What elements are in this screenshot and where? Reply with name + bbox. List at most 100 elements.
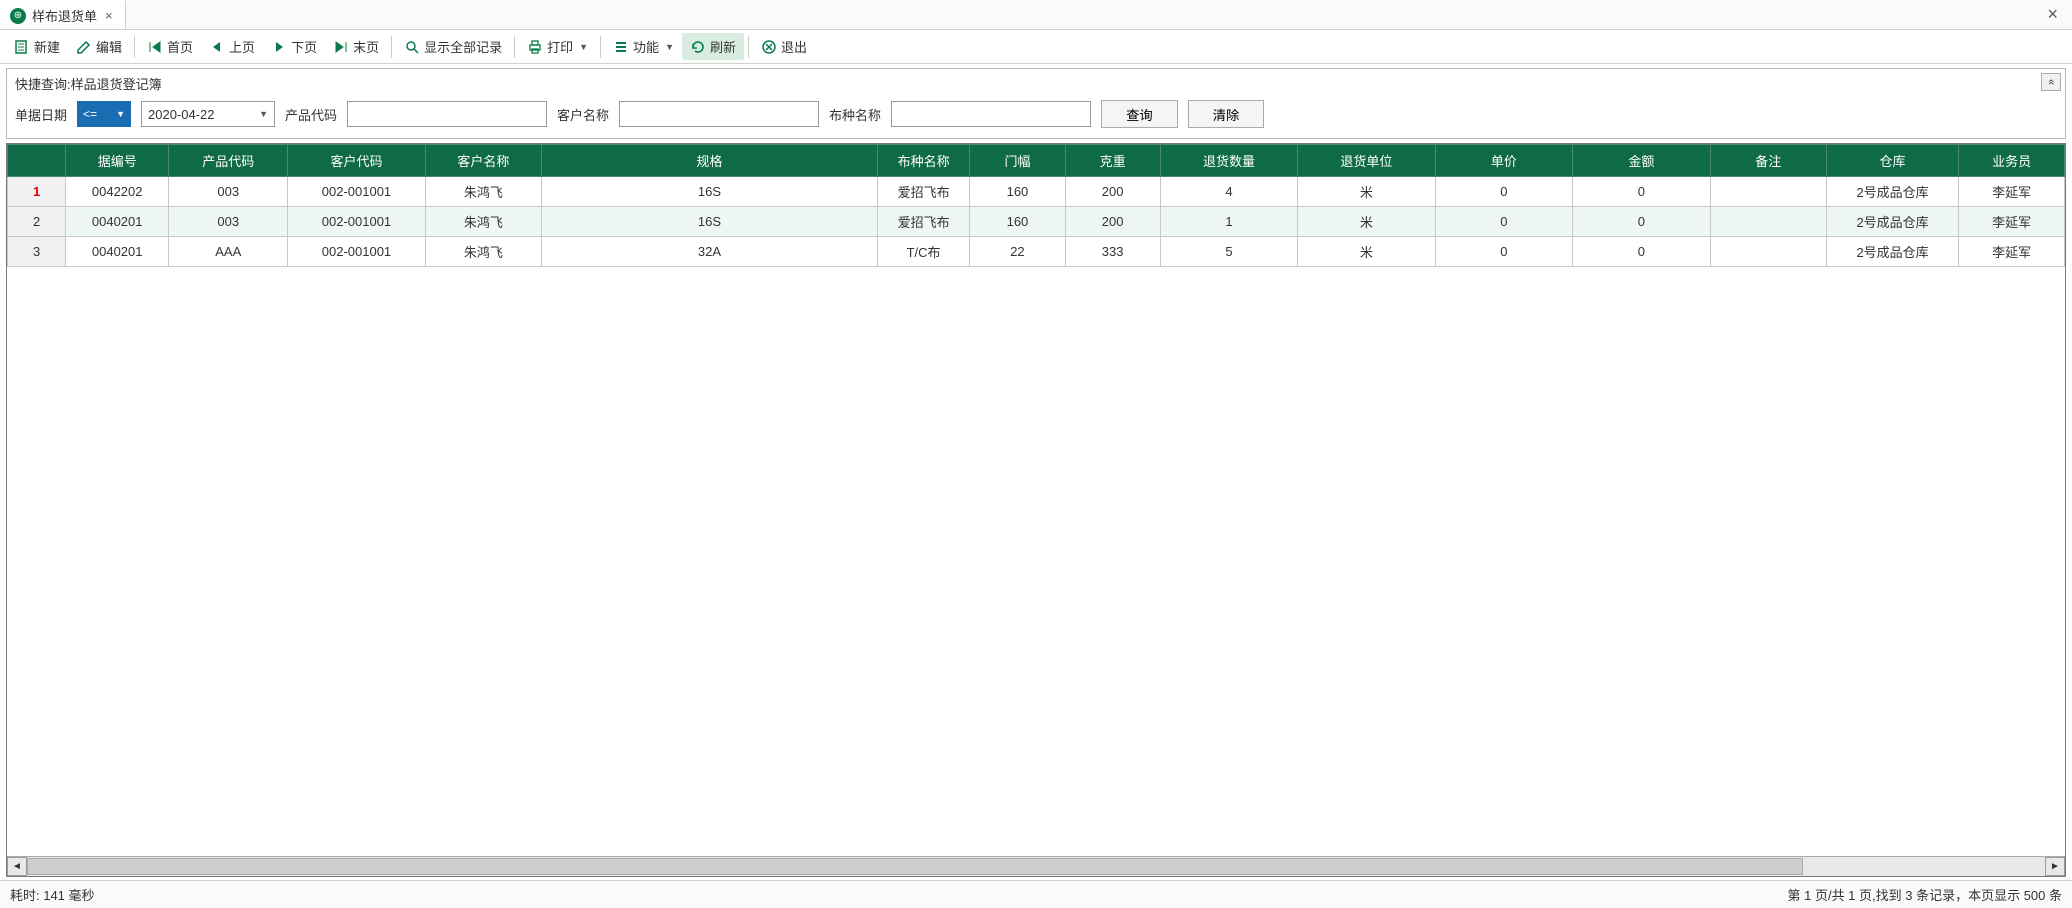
table-cell[interactable]: 16S <box>542 177 878 207</box>
table-cell[interactable] <box>1710 207 1826 237</box>
close-icon[interactable]: × <box>103 8 115 23</box>
table-header-cell[interactable]: 退货单位 <box>1298 145 1435 177</box>
table-cell[interactable]: 003 <box>169 207 288 237</box>
table-cell[interactable]: 160 <box>970 207 1065 237</box>
table-cell[interactable]: AAA <box>169 237 288 267</box>
rownum-cell[interactable]: 3 <box>8 237 66 267</box>
table-cell[interactable] <box>1710 237 1826 267</box>
search-button[interactable]: 查询 <box>1101 100 1178 128</box>
tab-document[interactable]: ⊕ 样布退货单 × <box>0 0 126 29</box>
table-cell[interactable]: 米 <box>1298 177 1435 207</box>
edit-label: 编辑 <box>96 37 122 56</box>
table-cell[interactable]: 米 <box>1298 237 1435 267</box>
table-cell[interactable] <box>1710 177 1826 207</box>
table-header-cell[interactable]: 退货数量 <box>1160 145 1297 177</box>
table-header-cell[interactable]: 客户名称 <box>425 145 541 177</box>
table-cell[interactable]: 002-001001 <box>288 177 425 207</box>
table-header-cell[interactable]: 备注 <box>1710 145 1826 177</box>
table-cell[interactable]: 200 <box>1065 177 1160 207</box>
table-cell[interactable]: 朱鸿飞 <box>425 177 541 207</box>
table-cell[interactable]: 0042202 <box>66 177 169 207</box>
scroll-left-icon[interactable]: ◄ <box>7 857 27 876</box>
table-header-cell[interactable]: 布种名称 <box>877 145 970 177</box>
table-cell[interactable]: 333 <box>1065 237 1160 267</box>
first-page-button[interactable]: 首页 <box>139 33 201 60</box>
table-row[interactable]: 10042202003002-001001朱鸿飞16S爱招飞布1602004米0… <box>8 177 2065 207</box>
table-cell[interactable]: 李延军 <box>1959 177 2065 207</box>
exit-button[interactable]: 退出 <box>753 33 815 60</box>
operator-select[interactable]: <= ▼ <box>77 101 131 127</box>
table-cell[interactable]: 32A <box>542 237 878 267</box>
table-cell[interactable]: 0 <box>1435 207 1572 237</box>
function-button[interactable]: 功能 ▼ <box>605 33 682 60</box>
table-cell[interactable]: 0040201 <box>66 237 169 267</box>
table-cell[interactable]: 爱招飞布 <box>877 177 970 207</box>
table-cell[interactable]: 200 <box>1065 207 1160 237</box>
table-header-rownum <box>8 145 66 177</box>
next-page-button[interactable]: 下页 <box>263 33 325 60</box>
rownum-cell[interactable]: 2 <box>8 207 66 237</box>
scroll-right-icon[interactable]: ► <box>2045 857 2065 876</box>
new-button[interactable]: 新建 <box>6 33 68 60</box>
table-header-cell[interactable]: 金额 <box>1573 145 1710 177</box>
scroll-thumb[interactable] <box>27 858 1803 875</box>
table-header-cell[interactable]: 单价 <box>1435 145 1572 177</box>
table-header-cell[interactable]: 客户代码 <box>288 145 425 177</box>
table-cell[interactable]: 爱招飞布 <box>877 207 970 237</box>
refresh-button[interactable]: 刷新 <box>682 33 744 60</box>
horizontal-scrollbar[interactable]: ◄ ► <box>7 856 2065 876</box>
table-cell[interactable]: 1 <box>1160 207 1297 237</box>
table-cell[interactable]: 5 <box>1160 237 1297 267</box>
edit-button[interactable]: 编辑 <box>68 33 130 60</box>
table-cell[interactable]: 0 <box>1573 237 1710 267</box>
table-cell[interactable]: 4 <box>1160 177 1297 207</box>
print-icon <box>527 39 543 55</box>
prev-icon <box>209 39 225 55</box>
prev-page-button[interactable]: 上页 <box>201 33 263 60</box>
table-cell[interactable]: 李延军 <box>1959 237 2065 267</box>
table-cell[interactable]: 2号成品仓库 <box>1826 177 1958 207</box>
table-cell[interactable]: 16S <box>542 207 878 237</box>
table-cell[interactable]: 22 <box>970 237 1065 267</box>
table-cell[interactable]: 0 <box>1573 207 1710 237</box>
table-cell[interactable]: 2号成品仓库 <box>1826 207 1958 237</box>
table-cell[interactable]: 2号成品仓库 <box>1826 237 1958 267</box>
scroll-track[interactable] <box>27 857 2045 876</box>
fabric-label: 布种名称 <box>829 105 881 124</box>
customer-name-input[interactable] <box>619 101 819 127</box>
table-row[interactable]: 20040201003002-001001朱鸿飞16S爱招飞布1602001米0… <box>8 207 2065 237</box>
table-cell[interactable]: 0040201 <box>66 207 169 237</box>
table-header-cell[interactable]: 仓库 <box>1826 145 1958 177</box>
date-input[interactable]: 2020-04-22 ▼ <box>141 101 275 127</box>
table-cell[interactable]: 米 <box>1298 207 1435 237</box>
table-header-cell[interactable]: 规格 <box>542 145 878 177</box>
table-header-cell[interactable]: 产品代码 <box>169 145 288 177</box>
table-header-cell[interactable]: 克重 <box>1065 145 1160 177</box>
chevron-down-icon: ▼ <box>259 109 268 119</box>
table-cell[interactable]: 0 <box>1435 177 1572 207</box>
table-cell[interactable]: 002-001001 <box>288 237 425 267</box>
table-cell[interactable]: 160 <box>970 177 1065 207</box>
table-cell[interactable]: 002-001001 <box>288 207 425 237</box>
window-close-icon[interactable]: × <box>2033 4 2072 25</box>
fabric-name-input[interactable] <box>891 101 1091 127</box>
table-cell[interactable]: 0 <box>1435 237 1572 267</box>
product-code-input[interactable] <box>347 101 547 127</box>
show-all-button[interactable]: 显示全部记录 <box>396 33 510 60</box>
table-header-cell[interactable]: 门幅 <box>970 145 1065 177</box>
table-header-cell[interactable]: 据编号 <box>66 145 169 177</box>
table-row[interactable]: 30040201AAA002-001001朱鸿飞32AT/C布223335米00… <box>8 237 2065 267</box>
table-cell[interactable]: T/C布 <box>877 237 970 267</box>
tab-title: 样布退货单 <box>32 6 97 25</box>
table-cell[interactable]: 0 <box>1573 177 1710 207</box>
table-cell[interactable]: 李延军 <box>1959 207 2065 237</box>
last-page-button[interactable]: 末页 <box>325 33 387 60</box>
print-button[interactable]: 打印 ▼ <box>519 33 596 60</box>
table-cell[interactable]: 朱鸿飞 <box>425 207 541 237</box>
table-cell[interactable]: 朱鸿飞 <box>425 237 541 267</box>
rownum-cell[interactable]: 1 <box>8 177 66 207</box>
table-cell[interactable]: 003 <box>169 177 288 207</box>
table-header-cell[interactable]: 业务员 <box>1959 145 2065 177</box>
separator <box>514 36 515 58</box>
clear-button[interactable]: 清除 <box>1188 100 1265 128</box>
